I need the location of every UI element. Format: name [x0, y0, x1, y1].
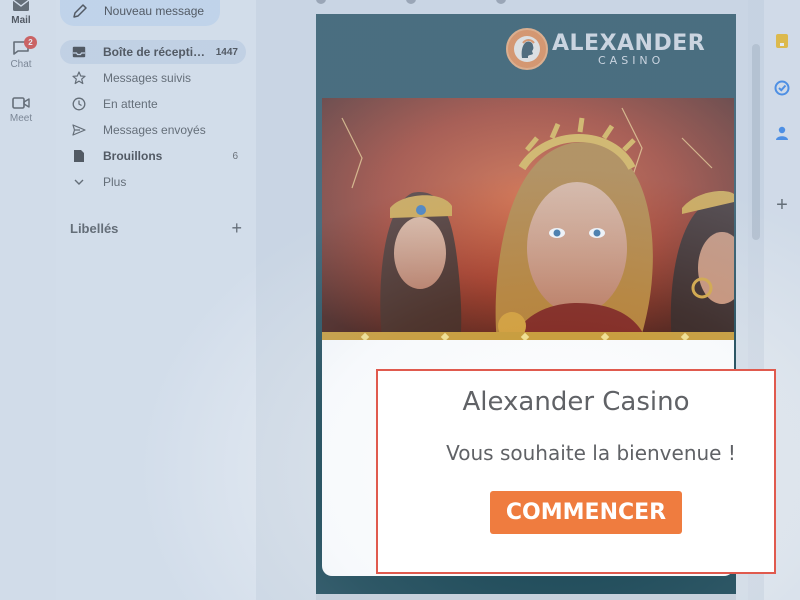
add-label-button[interactable]: + — [231, 218, 242, 239]
mail-icon — [12, 0, 30, 11]
sidebar-item-starred[interactable]: Messages suivis — [60, 66, 246, 90]
sidebar-item-more[interactable]: Plus — [60, 170, 246, 194]
logo-coin-icon — [506, 28, 548, 70]
inbox-icon — [72, 45, 86, 59]
welcome-subtitle: Vous souhaite la bienvenue ! — [446, 441, 736, 465]
welcome-highlight-box: Alexander Casino Vous souhaite la bienve… — [376, 369, 776, 574]
toolbar-icon[interactable] — [316, 0, 326, 4]
add-icon[interactable]: + — [774, 194, 790, 216]
chevron-down-icon — [72, 175, 86, 189]
toolbar-icon[interactable] — [496, 0, 506, 4]
logo-title: ALEXANDER — [552, 30, 706, 56]
draft-icon — [72, 149, 86, 163]
sidebar-item-label: Messages envoyés — [103, 123, 206, 137]
drafts-count: 6 — [232, 150, 238, 162]
rail-chat-label: Chat — [10, 59, 32, 70]
hero-banner-image — [322, 98, 734, 342]
toolbar-icons — [316, 0, 506, 4]
rail-chat[interactable]: 2 Chat — [0, 36, 42, 70]
sidebar-item-inbox[interactable]: Boîte de récepti… 1447 — [60, 40, 246, 64]
mail-sidebar: Nouveau message Boîte de récepti… 1447 M… — [56, 0, 256, 600]
sidebar-item-label: Boîte de récepti… — [103, 45, 206, 59]
sidebar-item-label: Brouillons — [103, 149, 163, 163]
rail-mail[interactable]: Mail — [0, 0, 42, 26]
contacts-icon[interactable] — [774, 125, 790, 141]
rail-mail-label: Mail — [11, 15, 31, 26]
app-rail: Mail 2 Chat Meet — [0, 0, 56, 600]
compose-label: Nouveau message — [104, 4, 205, 18]
scrollbar-thumb[interactable] — [752, 44, 760, 240]
send-icon — [72, 123, 86, 137]
welcome-title: Alexander Casino — [462, 387, 690, 417]
labels-heading: Libellés — [70, 221, 119, 236]
logo-subtitle: CASINO — [598, 53, 665, 67]
alexander-casino-logo: ALEXANDER CASINO — [506, 28, 705, 70]
clock-icon — [72, 97, 86, 111]
star-icon — [72, 71, 86, 85]
inbox-count: 1447 — [215, 46, 238, 58]
toolbar-icon[interactable] — [406, 0, 416, 4]
sidebar-item-snoozed[interactable]: En attente — [60, 92, 246, 116]
sidebar-item-label: Plus — [103, 175, 127, 189]
rail-meet[interactable]: Meet — [0, 96, 42, 124]
video-camera-icon — [12, 97, 30, 109]
tasks-icon[interactable] — [774, 80, 790, 96]
commencer-button[interactable]: COMMENCER — [490, 491, 682, 534]
pencil-icon — [73, 4, 87, 18]
labels-header: Libellés + — [70, 218, 242, 239]
next-message-edge — [316, 594, 736, 600]
sidebar-item-label: Messages suivis — [103, 71, 192, 85]
rail-meet-label: Meet — [9, 113, 33, 124]
sidebar-item-sent[interactable]: Messages envoyés — [60, 118, 246, 142]
keep-icon[interactable] — [774, 33, 790, 49]
logo-wordmark: ALEXANDER CASINO — [552, 30, 706, 67]
sidebar-item-label: En attente — [103, 97, 158, 111]
compose-button[interactable]: Nouveau message — [60, 0, 220, 26]
sidebar-item-drafts[interactable]: Brouillons 6 — [60, 144, 246, 168]
chat-badge: 2 — [24, 36, 37, 49]
